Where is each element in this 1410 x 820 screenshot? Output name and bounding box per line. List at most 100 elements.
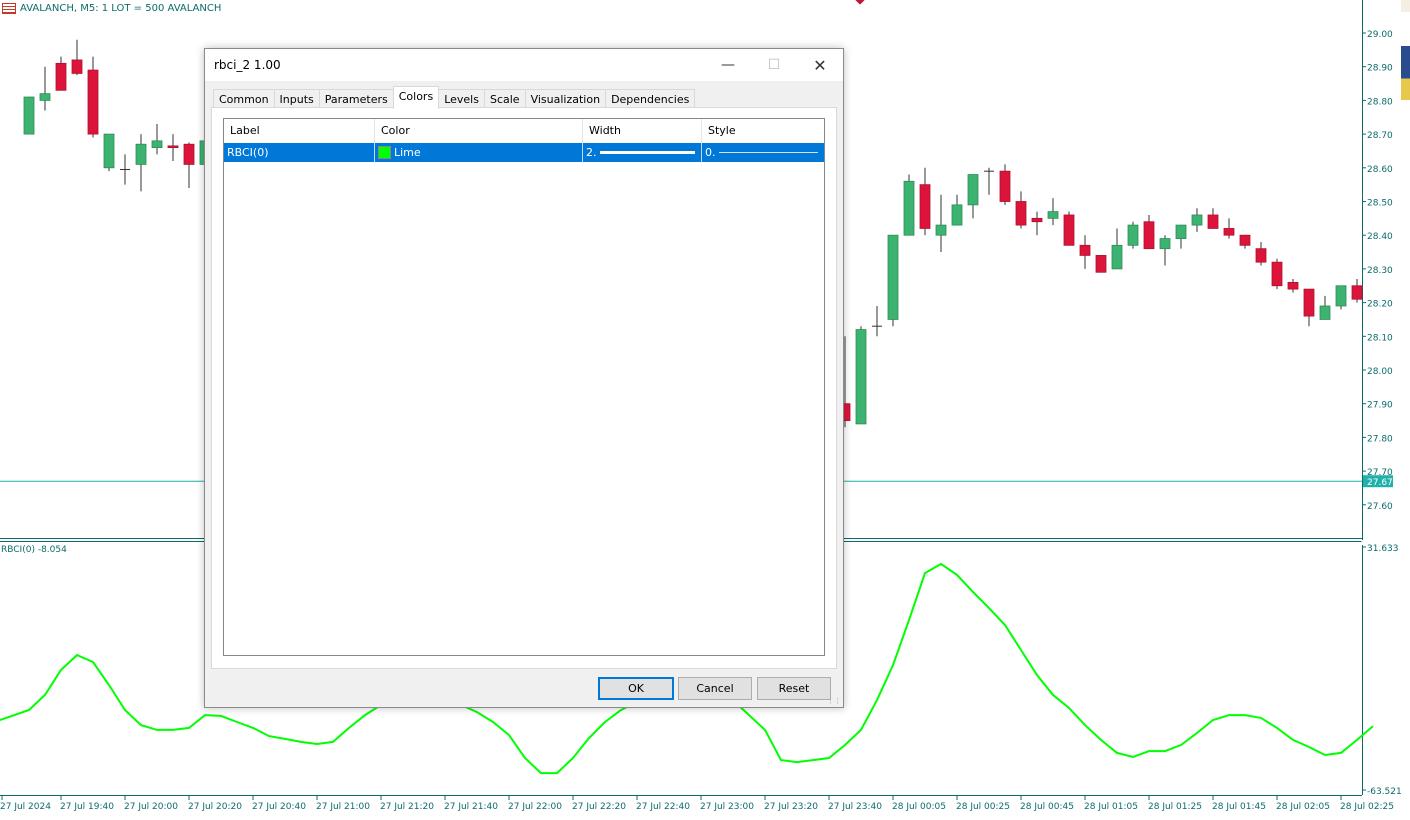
candle-bull	[967, 174, 979, 206]
candle-bull	[1159, 238, 1171, 250]
column-width[interactable]: Width	[583, 119, 702, 143]
price-tick-label: 29.00	[1367, 30, 1393, 40]
close-icon: ✕	[813, 55, 827, 75]
width-select[interactable]: 2.	[583, 143, 702, 162]
cancel-button[interactable]: Cancel	[678, 677, 752, 700]
price-tick-label: 28.70	[1367, 131, 1393, 141]
table-header: Label Color Width Style	[224, 119, 824, 143]
indicator-properties-dialog: rbci_2 1.00 — ☐ ✕ Common Inputs Paramete…	[204, 48, 844, 708]
dialog-titlebar[interactable]: rbci_2 1.00 — ☐ ✕	[205, 49, 843, 81]
reset-button[interactable]: Reset	[757, 677, 831, 700]
column-style[interactable]: Style	[702, 119, 824, 143]
candle-bear	[1351, 285, 1363, 300]
tab-dependencies[interactable]: Dependencies	[605, 89, 696, 109]
logo-image	[1401, 46, 1410, 100]
table-row[interactable]: RBCI(0) Lime 2. 0.	[224, 143, 824, 162]
tab-bar: Common Inputs Parameters Colors Levels S…	[213, 86, 696, 109]
candle-bear	[167, 145, 179, 148]
time-tick-label: 27 Jul 22:40	[636, 802, 690, 812]
dialog-title: rbci_2 1.00	[214, 58, 281, 72]
tab-scale[interactable]: Scale	[483, 89, 526, 109]
tab-common[interactable]: Common	[213, 89, 275, 109]
candle-bull	[887, 234, 899, 320]
time-tick-label: 27 Jul 23:20	[764, 802, 818, 812]
chart-icon	[2, 3, 16, 14]
ok-button[interactable]: OK	[598, 677, 674, 700]
candle-bull	[903, 180, 915, 236]
time-tick-label: 28 Jul 00:45	[1020, 802, 1074, 812]
maximize-button: ☐	[751, 49, 797, 81]
price-tick-label: 28.20	[1367, 300, 1393, 310]
time-tick-label: 28 Jul 02:05	[1276, 802, 1330, 812]
time-tick-label: 27 Jul 23:00	[700, 802, 754, 812]
colors-panel: Label Color Width Style RBCI(0) Lime 2. …	[211, 107, 837, 669]
candle-bull	[39, 93, 51, 101]
time-tick-label: 28 Jul 02:25	[1340, 802, 1394, 812]
candle-bull	[1127, 224, 1139, 246]
style-select[interactable]: 0.	[702, 143, 824, 162]
column-label[interactable]: Label	[224, 119, 375, 143]
time-tick-label: 28 Jul 01:45	[1212, 802, 1266, 812]
price-tick-label: 28.10	[1367, 333, 1393, 343]
tab-colors[interactable]: Colors	[392, 86, 440, 109]
candle-bear	[1031, 217, 1043, 223]
chart-symbol-label: AVALANCH, M5: 1 LOT = 500 AVALANCH	[20, 3, 222, 14]
time-tick-label: 27 Jul 20:40	[252, 802, 306, 812]
time-tick-label: 27 Jul 23:40	[828, 802, 882, 812]
candle-bear	[1223, 228, 1235, 236]
candle-bull	[135, 143, 147, 165]
candle-bear	[87, 69, 99, 135]
candle-bull	[1175, 224, 1187, 239]
candle-bear	[919, 184, 931, 229]
time-tick-label: 27 Jul 22:20	[572, 802, 626, 812]
minimize-icon: —	[721, 57, 735, 73]
candle-bear	[1287, 281, 1299, 290]
time-tick-label: 27 Jul 21:00	[316, 802, 370, 812]
candle-bull	[151, 140, 163, 148]
price-tick-label: 27.60	[1367, 502, 1393, 512]
time-tick-label: 27 Jul 22:00	[508, 802, 562, 812]
style-value: 0.	[705, 146, 716, 159]
candle-bull	[951, 204, 963, 226]
time-tick-label: 27 Jul 21:40	[444, 802, 498, 812]
indicator-label: RBCI(0) -8.054	[1, 545, 67, 555]
logo-fragment	[1401, 0, 1410, 12]
candle-bear	[1063, 214, 1075, 246]
price-tick-label: 28.50	[1367, 199, 1393, 209]
candle-bear	[1095, 255, 1107, 273]
price-tick-label: 28.30	[1367, 266, 1393, 276]
tab-levels[interactable]: Levels	[438, 89, 485, 109]
time-tick-label: 27 Jul 20:20	[188, 802, 242, 812]
price-tick-label: 27.90	[1367, 401, 1393, 411]
indicator-scale-label: -63.521	[1367, 787, 1402, 797]
candle-bull	[1111, 244, 1123, 270]
candle-bear	[183, 143, 195, 165]
candle-bull	[935, 224, 947, 236]
time-tick-label: 28 Jul 01:25	[1148, 802, 1202, 812]
time-tick-label: 27 Jul 21:20	[380, 802, 434, 812]
column-color[interactable]: Color	[375, 119, 583, 143]
current-price-label: 27.67	[1367, 478, 1393, 488]
candle-bear	[999, 170, 1011, 202]
price-tick-label: 28.40	[1367, 232, 1393, 242]
price-tick-label: 28.00	[1367, 367, 1393, 377]
style-line-preview	[718, 152, 818, 153]
resize-grip-icon[interactable]: ⋮⋮	[827, 697, 841, 705]
color-select[interactable]: Lime	[375, 143, 583, 162]
price-tick-label: 28.80	[1367, 97, 1393, 107]
close-button[interactable]: ✕	[797, 49, 843, 81]
candle-bear	[1271, 261, 1283, 287]
candle-bull	[1047, 211, 1059, 219]
candle-bull	[1335, 285, 1347, 307]
tab-parameters[interactable]: Parameters	[318, 89, 394, 109]
tab-visualization[interactable]: Visualization	[524, 89, 607, 109]
candle-bull	[855, 329, 867, 425]
candle-bear	[1207, 214, 1219, 229]
time-tick-label: 27 Jul 2024	[0, 802, 51, 812]
candle-bear	[71, 59, 83, 74]
candle-bear	[1143, 221, 1155, 250]
time-tick-label: 27 Jul 20:00	[124, 802, 178, 812]
candle-bear	[1255, 248, 1267, 263]
tab-inputs[interactable]: Inputs	[273, 89, 320, 109]
minimize-button[interactable]: —	[705, 49, 751, 81]
